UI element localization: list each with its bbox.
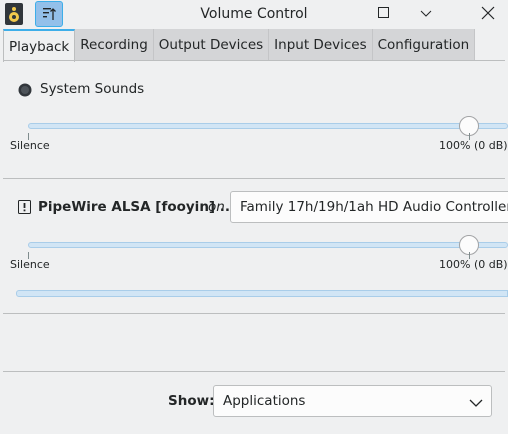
close-icon [481, 6, 495, 20]
max-volume-label: 100% (0 dB) [439, 139, 508, 152]
footer-separator [3, 371, 505, 372]
slider-groove [28, 123, 508, 129]
stream-level-meter [16, 290, 508, 297]
tab-input-devices[interactable]: Input Devices [269, 29, 373, 61]
tab-output-devices[interactable]: Output Devices [153, 29, 270, 61]
max-volume-label: 100% (0 dB) [439, 258, 508, 271]
show-filter-value: Applications [223, 393, 306, 409]
stream-name: PipeWire ALSA [fooyin] ... [38, 199, 236, 215]
stream-volume-slider[interactable] [28, 235, 508, 255]
tab-playback[interactable]: Playback [3, 29, 76, 62]
minimize-icon [420, 10, 432, 17]
slider-groove [28, 242, 508, 248]
tab-divider [3, 60, 505, 61]
minimize-button[interactable] [418, 5, 434, 21]
silence-label: Silence [10, 139, 50, 152]
section-separator [3, 178, 505, 179]
title-bar: Volume Control [0, 0, 508, 29]
close-button[interactable] [480, 5, 496, 21]
maximize-icon [378, 7, 389, 18]
output-device-select[interactable]: Family 17h/19h/1ah HD Audio Controller A… [230, 191, 508, 223]
system-sounds-label: System Sounds [40, 81, 145, 97]
maximize-button[interactable] [376, 5, 392, 21]
show-filter-select[interactable]: Applications [213, 385, 492, 417]
system-sounds-icon [18, 83, 32, 97]
output-device-value: Family 17h/19h/1ah HD Audio Controller A… [240, 199, 508, 215]
system-sounds-volume-slider[interactable] [28, 116, 508, 136]
warning-icon [18, 200, 31, 214]
tab-recording[interactable]: Recording [75, 29, 154, 61]
show-label: Show: [168, 393, 215, 409]
silence-label: Silence [10, 258, 50, 271]
tab-bar: Playback Recording Output Devices Input … [3, 29, 476, 62]
section-separator [3, 313, 505, 314]
tab-configuration[interactable]: Configuration [372, 29, 476, 61]
chevron-down-icon [469, 396, 483, 407]
stream-on-label: on [208, 199, 225, 215]
